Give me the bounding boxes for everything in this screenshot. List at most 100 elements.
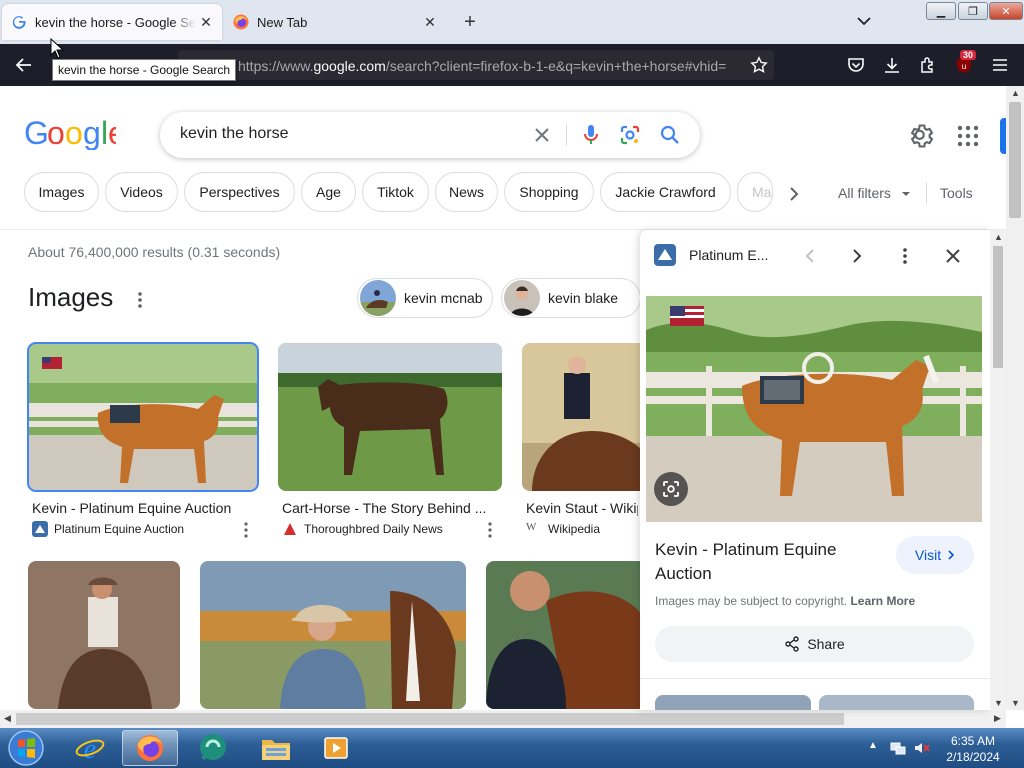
panel-image-title[interactable]: Kevin - Platinum Equine Auction: [655, 538, 885, 586]
url-text: https://www.google.com/search?client=fir…: [238, 58, 727, 74]
image-result-thumbnail[interactable]: [486, 561, 652, 709]
learn-more-link[interactable]: Learn More: [850, 594, 915, 608]
result-more-icon[interactable]: [487, 522, 493, 538]
hamburger-menu-icon[interactable]: [988, 53, 1012, 77]
visit-button[interactable]: Visit: [896, 536, 974, 574]
chip-perspectives[interactable]: Perspectives: [184, 172, 295, 212]
chip-tiktok[interactable]: Tiktok: [362, 172, 429, 212]
tab-close-icon[interactable]: ✕: [420, 12, 440, 32]
all-filters-button[interactable]: All filters: [838, 185, 911, 201]
url-bar[interactable]: https://www.google.com/search?client=fir…: [178, 50, 774, 80]
taskbar-chat-app[interactable]: [185, 730, 241, 766]
panel-scroll-up-arrow-icon[interactable]: ▲: [994, 232, 1003, 242]
image-preview-panel: Platinum E... Kevin - Platinum Equine Au…: [640, 230, 990, 710]
page-vertical-scrollbar-thumb[interactable]: [1009, 102, 1021, 218]
panel-more-options-icon[interactable]: [893, 244, 917, 268]
lens-search-image-icon[interactable]: [654, 472, 688, 506]
image-result-thumbnail[interactable]: [522, 343, 652, 491]
settings-gear-icon[interactable]: [908, 122, 936, 150]
chip-shopping[interactable]: Shopping: [504, 172, 594, 212]
taskbar-internet-explorer[interactable]: e: [62, 730, 118, 766]
chip-jackie-crawford[interactable]: Jackie Crawford: [600, 172, 731, 212]
tools-button[interactable]: Tools: [940, 185, 973, 201]
thoroughbred-daily-news-favicon-icon: [284, 523, 296, 535]
result-more-icon[interactable]: [243, 522, 249, 538]
avatar-kevin-mcnab: [360, 280, 396, 316]
taskbar-firefox[interactable]: [122, 730, 178, 766]
google-logo[interactable]: G o o g l e: [24, 115, 126, 158]
panel-previous-chevron-icon[interactable]: [798, 244, 822, 268]
image-caption[interactable]: Kevin Staut - Wikipedia: [526, 500, 638, 516]
image-source[interactable]: W Wikipedia: [526, 521, 600, 537]
media-player-icon: [324, 737, 348, 759]
chip-age[interactable]: Age: [301, 172, 356, 212]
panel-scrollbar-thumb[interactable]: [993, 246, 1003, 368]
panel-close-icon[interactable]: [941, 244, 965, 268]
page-scroll-down-arrow-icon[interactable]: ▼: [1011, 698, 1020, 708]
images-more-options-icon[interactable]: [134, 290, 146, 310]
pocket-icon[interactable]: [844, 53, 868, 77]
page-scroll-up-arrow-icon[interactable]: ▲: [1011, 88, 1020, 98]
person-chip-kevin-mcnab[interactable]: kevin mcnab: [357, 278, 493, 318]
chip-news[interactable]: News: [435, 172, 498, 212]
list-all-tabs-chevron-icon[interactable]: [852, 12, 876, 32]
lens-camera-icon[interactable]: [618, 123, 642, 147]
image-caption[interactable]: Cart-Horse - The Story Behind ...: [282, 500, 496, 516]
chips-scroll-right-chevron-icon[interactable]: [784, 184, 804, 204]
bookmark-star-icon[interactable]: [750, 56, 768, 74]
horse-kevin-image: [28, 343, 258, 491]
man-with-horse-image: [486, 561, 652, 709]
voice-search-mic-icon[interactable]: [579, 123, 603, 147]
start-button[interactable]: [4, 729, 48, 767]
image-source[interactable]: Thoroughbred Daily News: [282, 521, 443, 537]
share-button[interactable]: Share: [655, 626, 974, 662]
related-image-thumbnail[interactable]: [819, 695, 974, 710]
page-scroll-right-arrow-icon[interactable]: ▶: [994, 713, 1001, 724]
page-horizontal-scrollbar-thumb[interactable]: [16, 713, 844, 725]
minimize-window-button[interactable]: ▁: [926, 2, 956, 20]
system-clock[interactable]: 6:35 AM 2/18/2024: [936, 733, 1010, 765]
tab-new-tab[interactable]: New Tab ✕: [224, 4, 446, 40]
platinum-equine-favicon-icon: [654, 244, 676, 266]
taskbar-media-player[interactable]: [308, 730, 364, 766]
show-hidden-icons-arrow-icon[interactable]: ▲: [868, 740, 884, 756]
chip-images[interactable]: Images: [24, 172, 99, 212]
panel-next-chevron-icon[interactable]: [845, 244, 869, 268]
back-arrow-icon[interactable]: [12, 53, 36, 77]
extensions-puzzle-icon[interactable]: [916, 53, 940, 77]
close-window-button[interactable]: ✕: [989, 2, 1023, 20]
page-scroll-left-arrow-icon[interactable]: ◀: [4, 713, 11, 724]
image-result-thumbnail[interactable]: [200, 561, 466, 709]
image-source[interactable]: Platinum Equine Auction: [32, 521, 184, 537]
search-box[interactable]: kevin the horse: [160, 112, 700, 158]
new-tab-plus-icon[interactable]: +: [458, 11, 482, 35]
image-caption[interactable]: Kevin - Platinum Equine Auction: [32, 500, 252, 516]
panel-preview-image[interactable]: [646, 296, 982, 522]
platinum-equine-favicon-icon: [32, 521, 48, 537]
tab-google-search[interactable]: kevin the horse - Google Search ✕: [2, 4, 222, 40]
filters-divider: [926, 182, 927, 204]
network-icon[interactable]: [890, 740, 906, 756]
person-chip-kevin-blake[interactable]: kevin blake: [501, 278, 641, 318]
downloads-icon[interactable]: [880, 53, 904, 77]
avatar-kevin-blake: [504, 280, 540, 316]
tab-close-icon[interactable]: ✕: [196, 12, 216, 32]
image-result-thumbnail[interactable]: [27, 342, 259, 492]
volume-muted-icon[interactable]: [914, 740, 930, 756]
image-result-thumbnail[interactable]: [28, 561, 180, 709]
restore-window-button[interactable]: ❐: [958, 2, 988, 20]
person-name: kevin blake: [548, 290, 619, 306]
chip-videos[interactable]: Videos: [105, 172, 178, 212]
clear-search-icon[interactable]: [530, 123, 554, 147]
svg-text:o: o: [47, 118, 64, 150]
search-magnifier-icon[interactable]: [658, 123, 682, 147]
panel-scroll-down-arrow-icon[interactable]: ▼: [994, 698, 1003, 708]
google-apps-grid-icon[interactable]: [956, 124, 980, 148]
svg-text:u: u: [962, 62, 966, 71]
image-result-thumbnail[interactable]: [278, 343, 502, 491]
related-image-thumbnail[interactable]: [655, 695, 811, 710]
chip-truncated[interactable]: Ma: [737, 172, 773, 212]
svg-text:o: o: [65, 118, 82, 150]
mouse-cursor-icon: [50, 38, 64, 59]
taskbar-file-explorer[interactable]: [248, 730, 304, 766]
